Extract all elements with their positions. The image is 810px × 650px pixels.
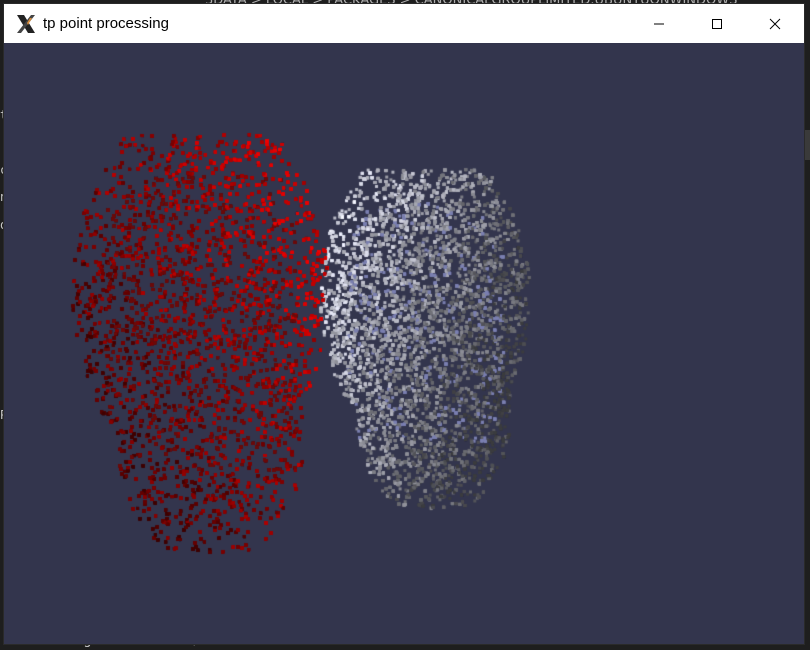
title-bar[interactable]: tp point processing (4, 4, 804, 43)
close-icon (769, 18, 781, 29)
minimize-icon (654, 23, 664, 24)
maximize-button[interactable] (688, 4, 746, 43)
window-title: tp point processing (43, 15, 169, 32)
x-app-icon (17, 14, 35, 33)
background-scroll-strip (804, 130, 810, 160)
minimize-button[interactable] (630, 4, 688, 43)
3d-viewport[interactable] (4, 43, 804, 644)
point-cloud-canvas[interactable] (4, 43, 804, 644)
maximize-icon (712, 18, 722, 29)
app-window: tp point processing (4, 4, 804, 644)
close-button[interactable] (746, 4, 804, 43)
